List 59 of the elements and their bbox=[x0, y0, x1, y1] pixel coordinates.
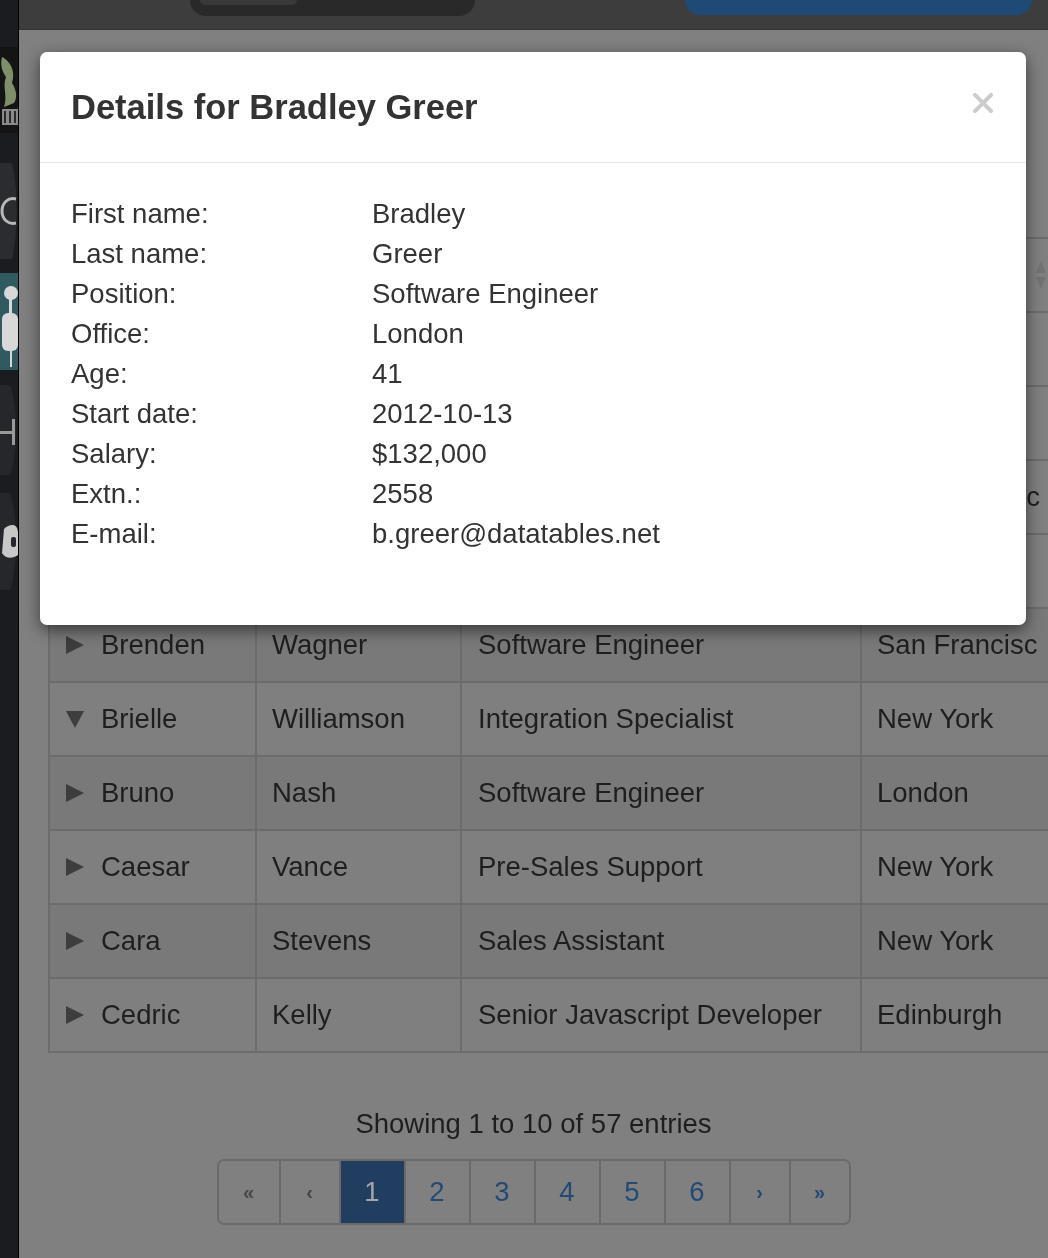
cell-text: Brielle bbox=[101, 703, 178, 735]
table-cell: Pre-Sales Support bbox=[462, 831, 862, 905]
entries-info: Showing 1 to 10 of 57 entries bbox=[355, 1107, 712, 1140]
field-label: E-mail: bbox=[71, 518, 158, 550]
field-value: 2558 bbox=[372, 478, 435, 510]
app-icon[interactable] bbox=[0, 273, 18, 370]
caret-right-icon[interactable] bbox=[66, 636, 84, 654]
table-cell: New York bbox=[862, 905, 1048, 979]
page-arrow-button[interactable]: » bbox=[788, 1161, 849, 1223]
caret-right-icon[interactable] bbox=[66, 858, 84, 876]
cell-text: Cedric bbox=[101, 999, 181, 1031]
field-value: 2012-10-13 bbox=[372, 398, 514, 430]
page-button[interactable]: 2 bbox=[403, 1161, 469, 1223]
field-label: Extn.: bbox=[71, 478, 143, 510]
page-button[interactable]: 1 bbox=[338, 1161, 404, 1223]
app-icon[interactable] bbox=[0, 163, 18, 259]
table-cell: Software Engineer bbox=[462, 757, 862, 831]
field-label: Start date: bbox=[71, 398, 199, 430]
field-label: Last name: bbox=[71, 238, 209, 270]
field-value: Bradley bbox=[372, 198, 467, 230]
caret-down-icon[interactable] bbox=[66, 710, 84, 728]
field-label: Age: bbox=[71, 358, 129, 390]
table-cell: Sales Assistant bbox=[462, 905, 862, 979]
table-cell: London bbox=[862, 757, 1048, 831]
field-label: Salary: bbox=[71, 438, 158, 470]
field-value: London bbox=[372, 318, 465, 350]
field-label: First name: bbox=[71, 198, 210, 230]
field-value: Software Engineer bbox=[372, 278, 600, 310]
page-button[interactable]: 4 bbox=[533, 1161, 599, 1223]
page-button[interactable]: 3 bbox=[468, 1161, 534, 1223]
cell-text: c bbox=[1026, 481, 1040, 513]
field-value: b.greer@datatables.net bbox=[372, 518, 660, 550]
table-cell: Kelly bbox=[257, 979, 462, 1053]
field-value: 41 bbox=[372, 358, 404, 390]
caret-right-icon[interactable] bbox=[66, 932, 84, 950]
table-cell: Vance bbox=[257, 831, 462, 905]
app-icon[interactable] bbox=[0, 385, 18, 475]
app-icon[interactable] bbox=[0, 493, 18, 590]
cell-text: Caesar bbox=[101, 851, 190, 883]
cell-text: Cara bbox=[101, 925, 161, 957]
page-button[interactable]: 5 bbox=[598, 1161, 664, 1223]
table-cell: Williamson bbox=[257, 683, 462, 757]
cell-text: Brenden bbox=[101, 629, 205, 661]
page-button[interactable]: 6 bbox=[663, 1161, 729, 1223]
dialog-title: Details for Bradley Greer bbox=[71, 87, 478, 127]
close-icon[interactable] bbox=[973, 93, 993, 113]
field-value: $132,000 bbox=[372, 438, 488, 470]
cell-text: Bruno bbox=[101, 777, 175, 809]
table-cell: Senior Javascript Developer bbox=[462, 979, 862, 1053]
field-label: Office: bbox=[71, 318, 151, 350]
table-cell: Stevens bbox=[257, 905, 462, 979]
table-cell: Integration Specialist bbox=[462, 683, 862, 757]
field-value: Greer bbox=[372, 238, 444, 270]
field-label: Position: bbox=[71, 278, 178, 310]
caret-right-icon[interactable] bbox=[66, 784, 84, 802]
caret-right-icon[interactable] bbox=[66, 1006, 84, 1024]
page-arrow-button[interactable]: › bbox=[728, 1161, 789, 1223]
app-icon[interactable] bbox=[0, 47, 18, 133]
table-cell: Nash bbox=[257, 757, 462, 831]
